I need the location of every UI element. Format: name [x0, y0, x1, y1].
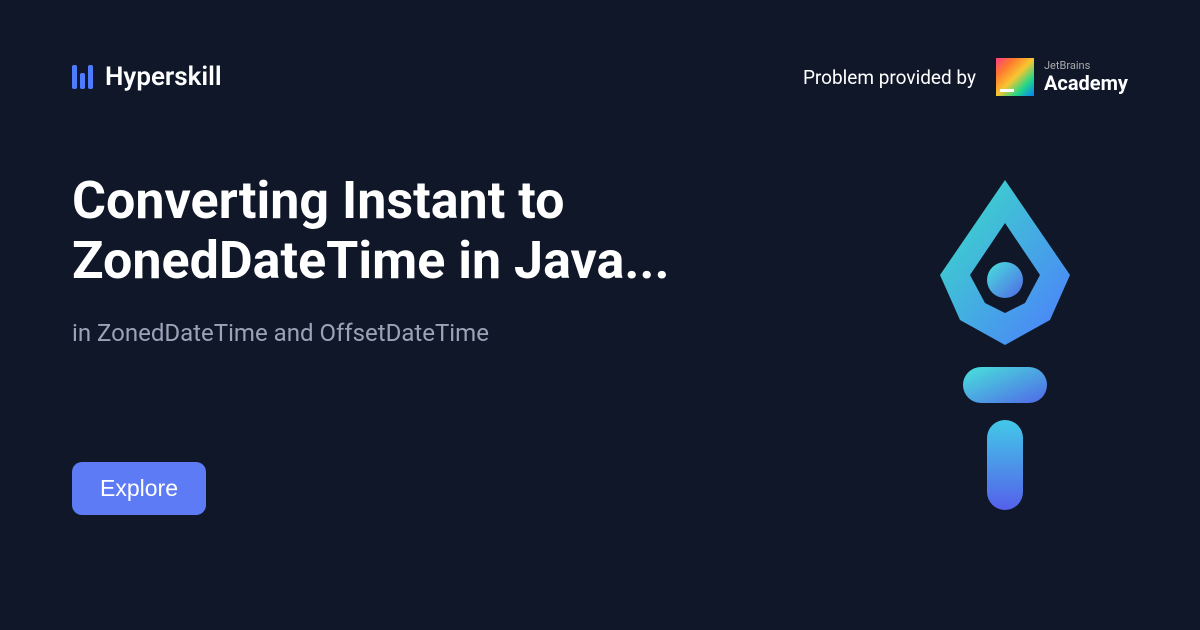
explore-button[interactable]: Explore — [72, 462, 206, 515]
academy-label: Academy — [1044, 72, 1128, 94]
torch-icon — [905, 175, 1105, 515]
jetbrains-academy-logo: JetBrains Academy — [996, 58, 1128, 96]
hyperskill-logo: Hyperskill — [72, 62, 222, 92]
jetbrains-icon — [996, 58, 1034, 96]
partner-block: Problem provided by JetBrains Academy — [803, 58, 1128, 96]
text-content: Converting Instant to ZonedDateTime in J… — [72, 171, 792, 515]
page-title: Converting Instant to ZonedDateTime in J… — [72, 171, 792, 291]
page-subtitle: in ZonedDateTime and OffsetDateTime — [72, 319, 792, 347]
hyperskill-brand-text: Hyperskill — [105, 62, 222, 92]
jetbrains-text: JetBrains Academy — [1044, 60, 1128, 94]
header: Hyperskill Problem provided by JetBrains… — [0, 0, 1200, 96]
hyperskill-icon — [72, 65, 93, 89]
provided-by-label: Problem provided by — [803, 66, 976, 89]
